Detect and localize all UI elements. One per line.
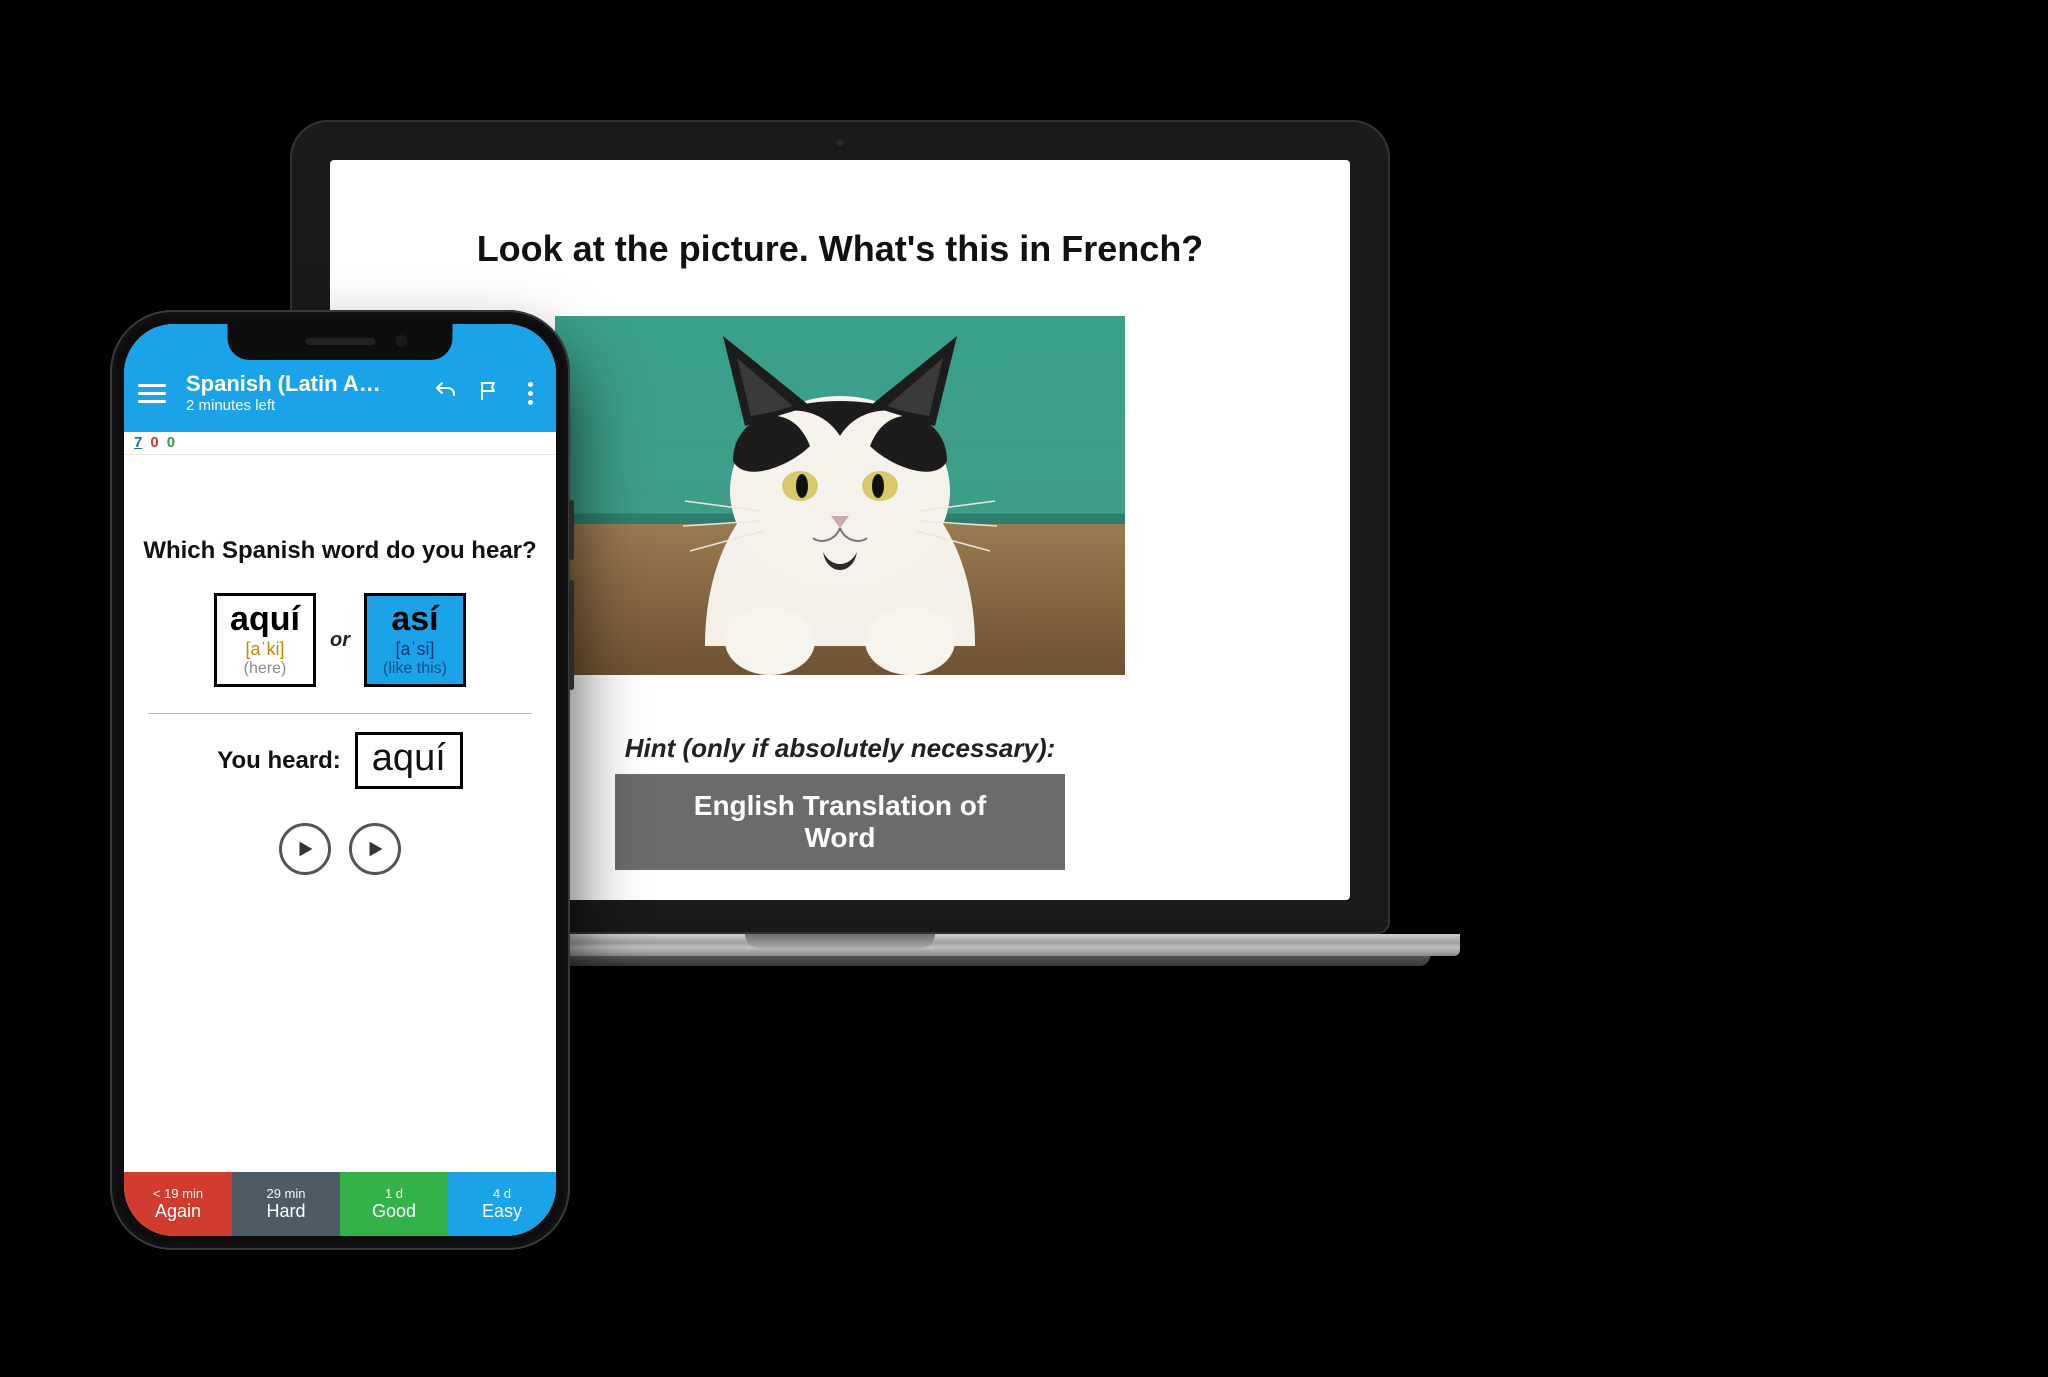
- answer-label: Again: [124, 1201, 232, 1222]
- answer-label: Hard: [232, 1201, 340, 1222]
- answer-label: Easy: [448, 1201, 556, 1222]
- undo-icon[interactable]: [430, 379, 460, 408]
- count-review: 0: [167, 434, 175, 451]
- option-word: así: [379, 600, 451, 639]
- option-gloss: (like this): [379, 660, 451, 678]
- phone-device: Spanish (Latin A… 2 minutes left 7 0 0 W…: [110, 310, 570, 1250]
- more-icon[interactable]: [518, 382, 542, 405]
- answer-hard[interactable]: 29 min Hard: [232, 1172, 340, 1236]
- answer-good[interactable]: 1 d Good: [340, 1172, 448, 1236]
- phone-screen: Spanish (Latin A… 2 minutes left 7 0 0 W…: [124, 324, 556, 1236]
- option-2[interactable]: así [aˈsi] (like this): [364, 593, 466, 687]
- heard-value: aquí: [355, 732, 463, 789]
- options-separator: or: [330, 629, 350, 652]
- play-button[interactable]: [279, 823, 331, 875]
- answer-again[interactable]: < 19 min Again: [124, 1172, 232, 1236]
- option-ipa: [aˈsi]: [379, 639, 451, 660]
- heard-label: You heard:: [217, 747, 341, 775]
- play-slow-button[interactable]: [349, 823, 401, 875]
- menu-icon[interactable]: [138, 384, 166, 403]
- option-ipa: [aˈki]: [229, 639, 301, 660]
- laptop-prompt: Look at the picture. What's this in Fren…: [477, 228, 1204, 270]
- card-prompt: Which Spanish word do you hear?: [140, 537, 540, 565]
- option-gloss: (here): [229, 660, 301, 678]
- answer-easy[interactable]: 4 d Easy: [448, 1172, 556, 1236]
- deck-title: Spanish (Latin A…: [186, 371, 381, 397]
- time-left: 2 minutes left: [186, 397, 381, 415]
- flashcard-image: [555, 316, 1125, 675]
- audio-controls: [140, 823, 540, 875]
- answer-label: Good: [340, 1201, 448, 1222]
- answer-time: 29 min: [232, 1186, 340, 1201]
- count-new: 7: [134, 434, 142, 451]
- card-body: Which Spanish word do you hear? aquí [aˈ…: [124, 455, 556, 1172]
- option-1[interactable]: aquí [aˈki] (here): [214, 593, 316, 687]
- divider: [148, 713, 532, 714]
- counts-bar: 7 0 0: [124, 432, 556, 455]
- heard-row: You heard: aquí: [140, 732, 540, 789]
- hint-label: Hint (only if absolutely necessary):: [625, 733, 1056, 764]
- phone-side-button: [569, 500, 574, 560]
- flag-icon[interactable]: [474, 379, 504, 408]
- phone-side-button: [569, 580, 574, 690]
- phone-notch: [228, 324, 453, 360]
- answer-time: 1 d: [340, 1186, 448, 1201]
- laptop-camera-icon: [835, 138, 845, 148]
- options-row: aquí [aˈki] (here) or así [aˈsi] (like t…: [140, 593, 540, 707]
- answer-bar: < 19 min Again 29 min Hard 1 d Good 4 d …: [124, 1172, 556, 1236]
- hint-button[interactable]: English Translation of Word: [615, 774, 1065, 870]
- answer-time: 4 d: [448, 1186, 556, 1201]
- count-learn: 0: [150, 434, 158, 451]
- answer-time: < 19 min: [124, 1186, 232, 1201]
- option-word: aquí: [229, 600, 301, 639]
